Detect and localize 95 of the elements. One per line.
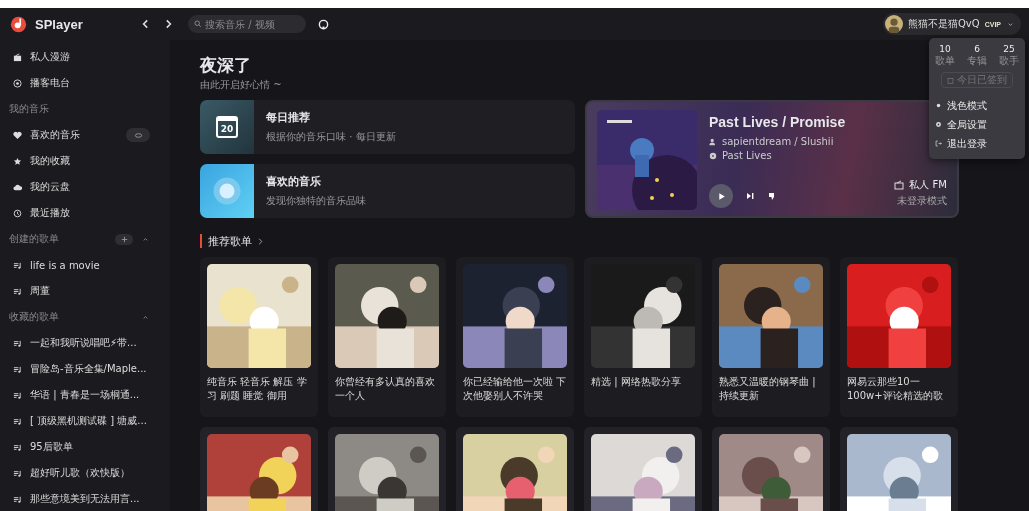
playlist-icon xyxy=(13,416,22,426)
eye-icon xyxy=(133,130,143,140)
card-subtitle: 根据你的音乐口味 · 每日更新 xyxy=(266,130,396,144)
plus-icon xyxy=(119,234,129,244)
playlist-icon xyxy=(13,442,22,452)
search-icon xyxy=(194,20,202,28)
disc-icon xyxy=(212,176,242,206)
next-icon[interactable] xyxy=(745,191,755,201)
fm-label: 私人 FM xyxy=(909,178,947,192)
add-button[interactable] xyxy=(115,233,133,245)
heart-mode-button[interactable] xyxy=(126,128,150,142)
avatar-icon xyxy=(885,15,903,33)
section-title: 我的音乐 xyxy=(9,102,49,116)
sidebar-item[interactable]: 最近播放 xyxy=(6,200,164,226)
stat-value: 6 xyxy=(974,44,980,54)
playlist-title: 精选 | 网络热歌分享 xyxy=(591,375,682,389)
heart-icon xyxy=(13,130,22,140)
dislike-icon[interactable] xyxy=(767,191,777,201)
playlist-icon xyxy=(13,286,22,296)
playlist-title: 网易云那些10一100w+评论精选的歌 xyxy=(847,375,944,403)
playlist-title: 纯音乐 轻音乐 解压 学习 刷题 睡觉 御用 xyxy=(207,375,308,403)
stat-label: 歌单 xyxy=(935,54,955,68)
playlist-card[interactable] xyxy=(712,427,830,511)
playlist-icon xyxy=(13,260,22,270)
playlist-card[interactable] xyxy=(456,427,574,511)
playlist-title: 你已经输给他一次啦 下次他娶别人不许哭 xyxy=(463,375,567,403)
calendar-date: 20 xyxy=(220,123,234,134)
menu-item[interactable]: 退出登录 xyxy=(929,134,1025,153)
album-name[interactable]: Past Lives xyxy=(722,150,772,161)
daily-card[interactable]: 20 每日推荐 根据你的音乐口味 · 每日更新 xyxy=(200,100,575,154)
playlist-card[interactable] xyxy=(840,427,958,511)
history-icon xyxy=(13,208,22,218)
menu-item[interactable]: 全局设置 xyxy=(929,115,1025,134)
playlist-card[interactable]: 熟悉又温暖的钢琴曲 | 持续更新 xyxy=(712,257,830,417)
playlist-title: 熟悉又温暖的钢琴曲 | 持续更新 xyxy=(719,375,817,403)
playlist-card[interactable]: 你已经输给他一次啦 下次他娶别人不许哭 xyxy=(456,257,574,417)
menu-item[interactable]: 浅色模式 xyxy=(929,96,1025,115)
playlist-card[interactable] xyxy=(584,427,702,511)
song-title: Past Lives / Promise xyxy=(709,114,846,130)
settings-icon xyxy=(935,121,942,128)
logout-icon xyxy=(935,140,942,147)
artist-name[interactable]: sapientdream / Slushii xyxy=(722,136,834,147)
playlist-card[interactable]: 网易云那些10一100w+评论精选的歌 xyxy=(840,257,958,417)
sidebar-item[interactable]: 私人漫游 xyxy=(6,44,164,70)
radio-icon xyxy=(13,52,22,62)
playlist-icon xyxy=(13,468,22,478)
playlist-icon xyxy=(13,494,22,504)
search-field[interactable]: 搜索音乐 / 视频 xyxy=(188,15,306,33)
playlist-icon xyxy=(13,364,22,374)
playlist-title: 你曾经有多认真的喜欢一个人 xyxy=(335,375,436,403)
sidebar-item[interactable]: 播客电台 xyxy=(6,70,164,96)
radio-icon xyxy=(894,180,905,190)
play-button[interactable] xyxy=(709,184,733,208)
section-title: 收藏的歌单 xyxy=(9,310,59,324)
greeting-subtitle[interactable]: 由此开启好心情 ~ xyxy=(200,78,282,92)
podcast-icon xyxy=(13,78,22,88)
playlist-item[interactable]: [ 顶级黑机测试碟 ] 塘威... xyxy=(6,408,164,434)
stat-value: 10 xyxy=(939,44,951,54)
section-title: 创建的歌单 xyxy=(9,232,59,246)
stat-label: 歌手 xyxy=(999,54,1019,68)
playlist-item[interactable]: 一起和我听说唱吧⚡带... xyxy=(6,330,164,356)
playlist-card[interactable]: 精选 | 网络热歌分享 xyxy=(584,257,702,417)
playlist-item[interactable]: 华语 | 青春是一场桐通... xyxy=(6,382,164,408)
playlist-item[interactable]: 周董 xyxy=(6,278,164,304)
playlist-item[interactable]: 超好听儿歌（欢快版） xyxy=(6,460,164,486)
stat-label: 专辑 xyxy=(967,54,987,68)
star-icon xyxy=(13,156,22,166)
sidebar-item[interactable]: 我的收藏 xyxy=(6,148,164,174)
playlist-item[interactable]: 冒险岛-音乐全集/Maple... xyxy=(6,356,164,382)
stat-value: 25 xyxy=(1003,44,1015,54)
sidebar-item[interactable]: 喜欢的音乐 xyxy=(6,122,164,148)
card-title: 喜欢的音乐 xyxy=(266,174,322,189)
card-title: 每日推荐 xyxy=(266,110,311,125)
card-subtitle: 发现你独特的音乐品味 xyxy=(266,194,366,208)
playlist-card[interactable] xyxy=(328,427,446,511)
album-icon xyxy=(709,151,717,160)
cloud-icon xyxy=(13,182,22,192)
sidebar-item[interactable]: 我的云盘 xyxy=(6,174,164,200)
app-name: SPlayer xyxy=(35,16,83,32)
calendar-icon xyxy=(947,76,954,84)
chevron-right-icon[interactable] xyxy=(256,236,265,246)
artist-icon xyxy=(709,137,717,146)
playlist-card[interactable]: 纯音乐 轻音乐 解压 学习 刷题 睡觉 御用 xyxy=(200,257,318,417)
playlist-item[interactable]: 那些意境美到无法用言... xyxy=(6,486,164,511)
playlist-icon xyxy=(13,338,22,348)
liked-card[interactable]: 喜欢的音乐 发现你独特的音乐品味 xyxy=(200,164,575,218)
greeting-title: 夜深了 xyxy=(200,54,251,76)
fm-mode: 未登录模式 xyxy=(897,194,947,208)
playlist-card[interactable]: 你曾经有多认真的喜欢一个人 xyxy=(328,257,446,417)
logo-icon xyxy=(10,15,27,33)
playlist-item[interactable]: 95后歌单 xyxy=(6,434,164,460)
section-title[interactable]: 推荐歌单 xyxy=(208,233,252,249)
playlist-item[interactable]: life is a movie xyxy=(6,252,164,278)
playlist-card[interactable] xyxy=(200,427,318,511)
playlist-icon xyxy=(13,390,22,400)
